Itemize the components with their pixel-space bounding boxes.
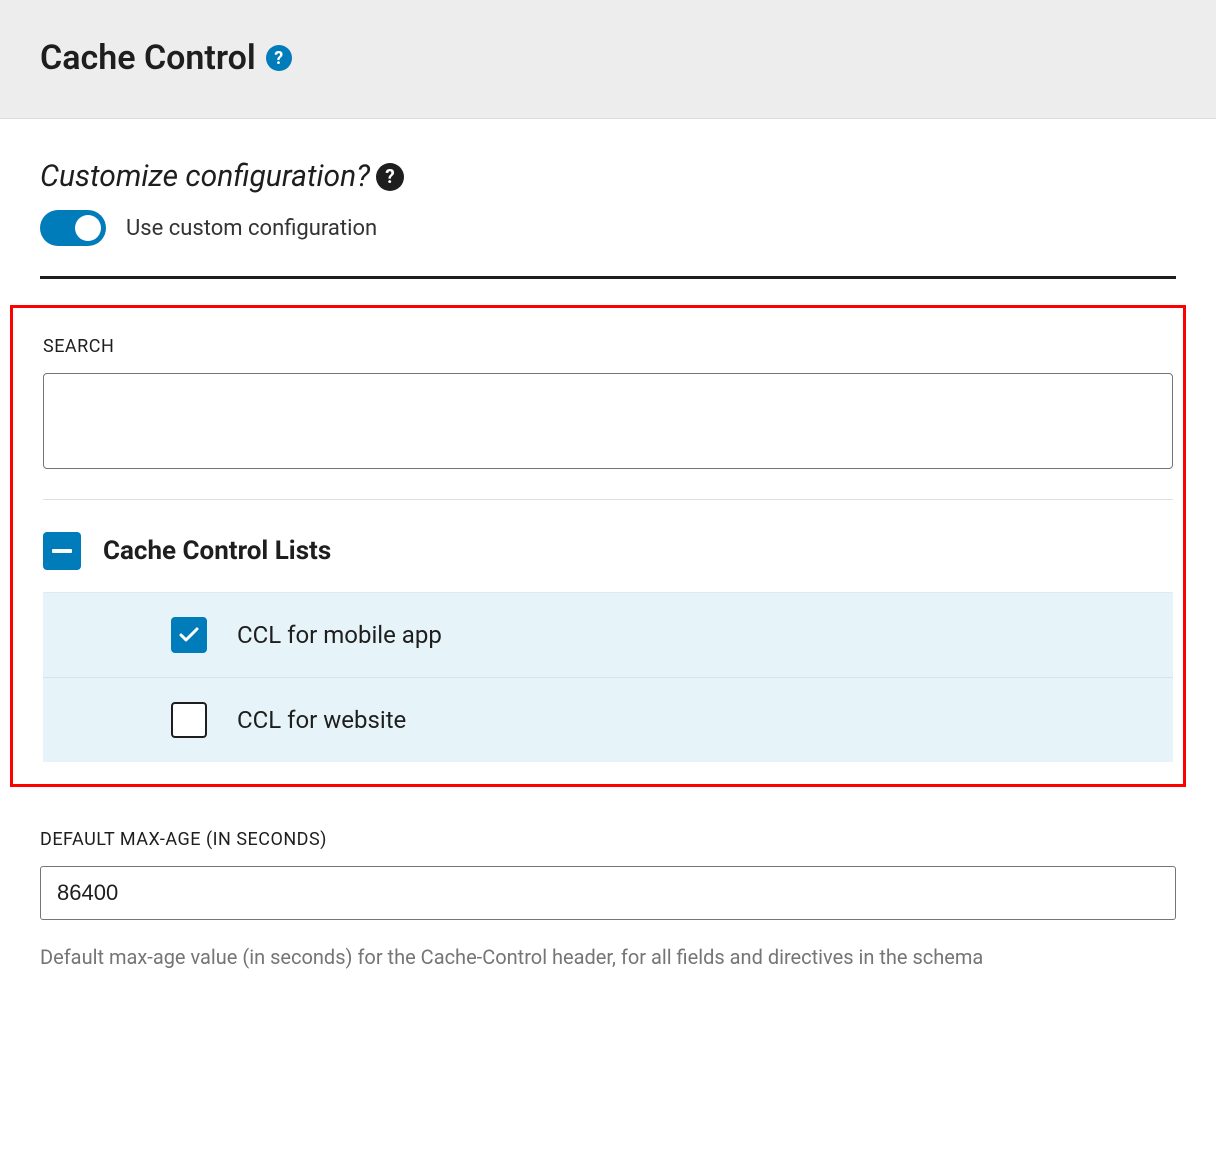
list-group-header: Cache Control Lists bbox=[43, 532, 1173, 570]
item-label: CCL for mobile app bbox=[237, 621, 442, 649]
help-icon[interactable]: ? bbox=[266, 45, 292, 71]
item-label: CCL for website bbox=[237, 706, 406, 734]
highlighted-section: SEARCH Cache Control Lists CCL for mobil… bbox=[10, 305, 1186, 787]
max-age-field: DEFAULT MAX-AGE (IN SECONDS) Default max… bbox=[40, 829, 1176, 976]
search-field: SEARCH bbox=[43, 336, 1173, 469]
item-checkbox[interactable] bbox=[171, 617, 207, 653]
custom-config-toggle[interactable] bbox=[40, 210, 106, 246]
list-item: CCL for website bbox=[43, 677, 1173, 762]
toggle-row: Use custom configuration bbox=[40, 210, 1176, 246]
search-label: SEARCH bbox=[43, 336, 1173, 357]
page-title-text: Cache Control bbox=[40, 38, 256, 78]
item-checkbox[interactable] bbox=[171, 702, 207, 738]
minus-icon bbox=[52, 549, 72, 553]
check-icon bbox=[177, 623, 201, 647]
list-item: CCL for mobile app bbox=[43, 593, 1173, 677]
toggle-label: Use custom configuration bbox=[126, 216, 377, 241]
max-age-help: Default max-age value (in seconds) for t… bbox=[40, 938, 1176, 976]
customize-section: Customize configuration? ? Use custom co… bbox=[40, 159, 1176, 279]
page-header: Cache Control ? bbox=[0, 0, 1216, 119]
customize-heading: Customize configuration? ? bbox=[40, 159, 404, 194]
group-title: Cache Control Lists bbox=[103, 536, 331, 566]
thin-divider bbox=[43, 499, 1173, 500]
toggle-knob bbox=[75, 215, 101, 241]
content-area: Customize configuration? ? Use custom co… bbox=[0, 119, 1216, 1016]
section-divider bbox=[40, 276, 1176, 279]
help-icon[interactable]: ? bbox=[376, 163, 404, 191]
list-container: CCL for mobile app CCL for website bbox=[43, 592, 1173, 762]
max-age-input[interactable] bbox=[40, 866, 1176, 920]
page-title: Cache Control ? bbox=[40, 38, 292, 78]
max-age-label: DEFAULT MAX-AGE (IN SECONDS) bbox=[40, 829, 1176, 850]
customize-heading-text: Customize configuration? bbox=[40, 159, 370, 194]
group-checkbox-indeterminate[interactable] bbox=[43, 532, 81, 570]
search-input[interactable] bbox=[43, 373, 1173, 469]
